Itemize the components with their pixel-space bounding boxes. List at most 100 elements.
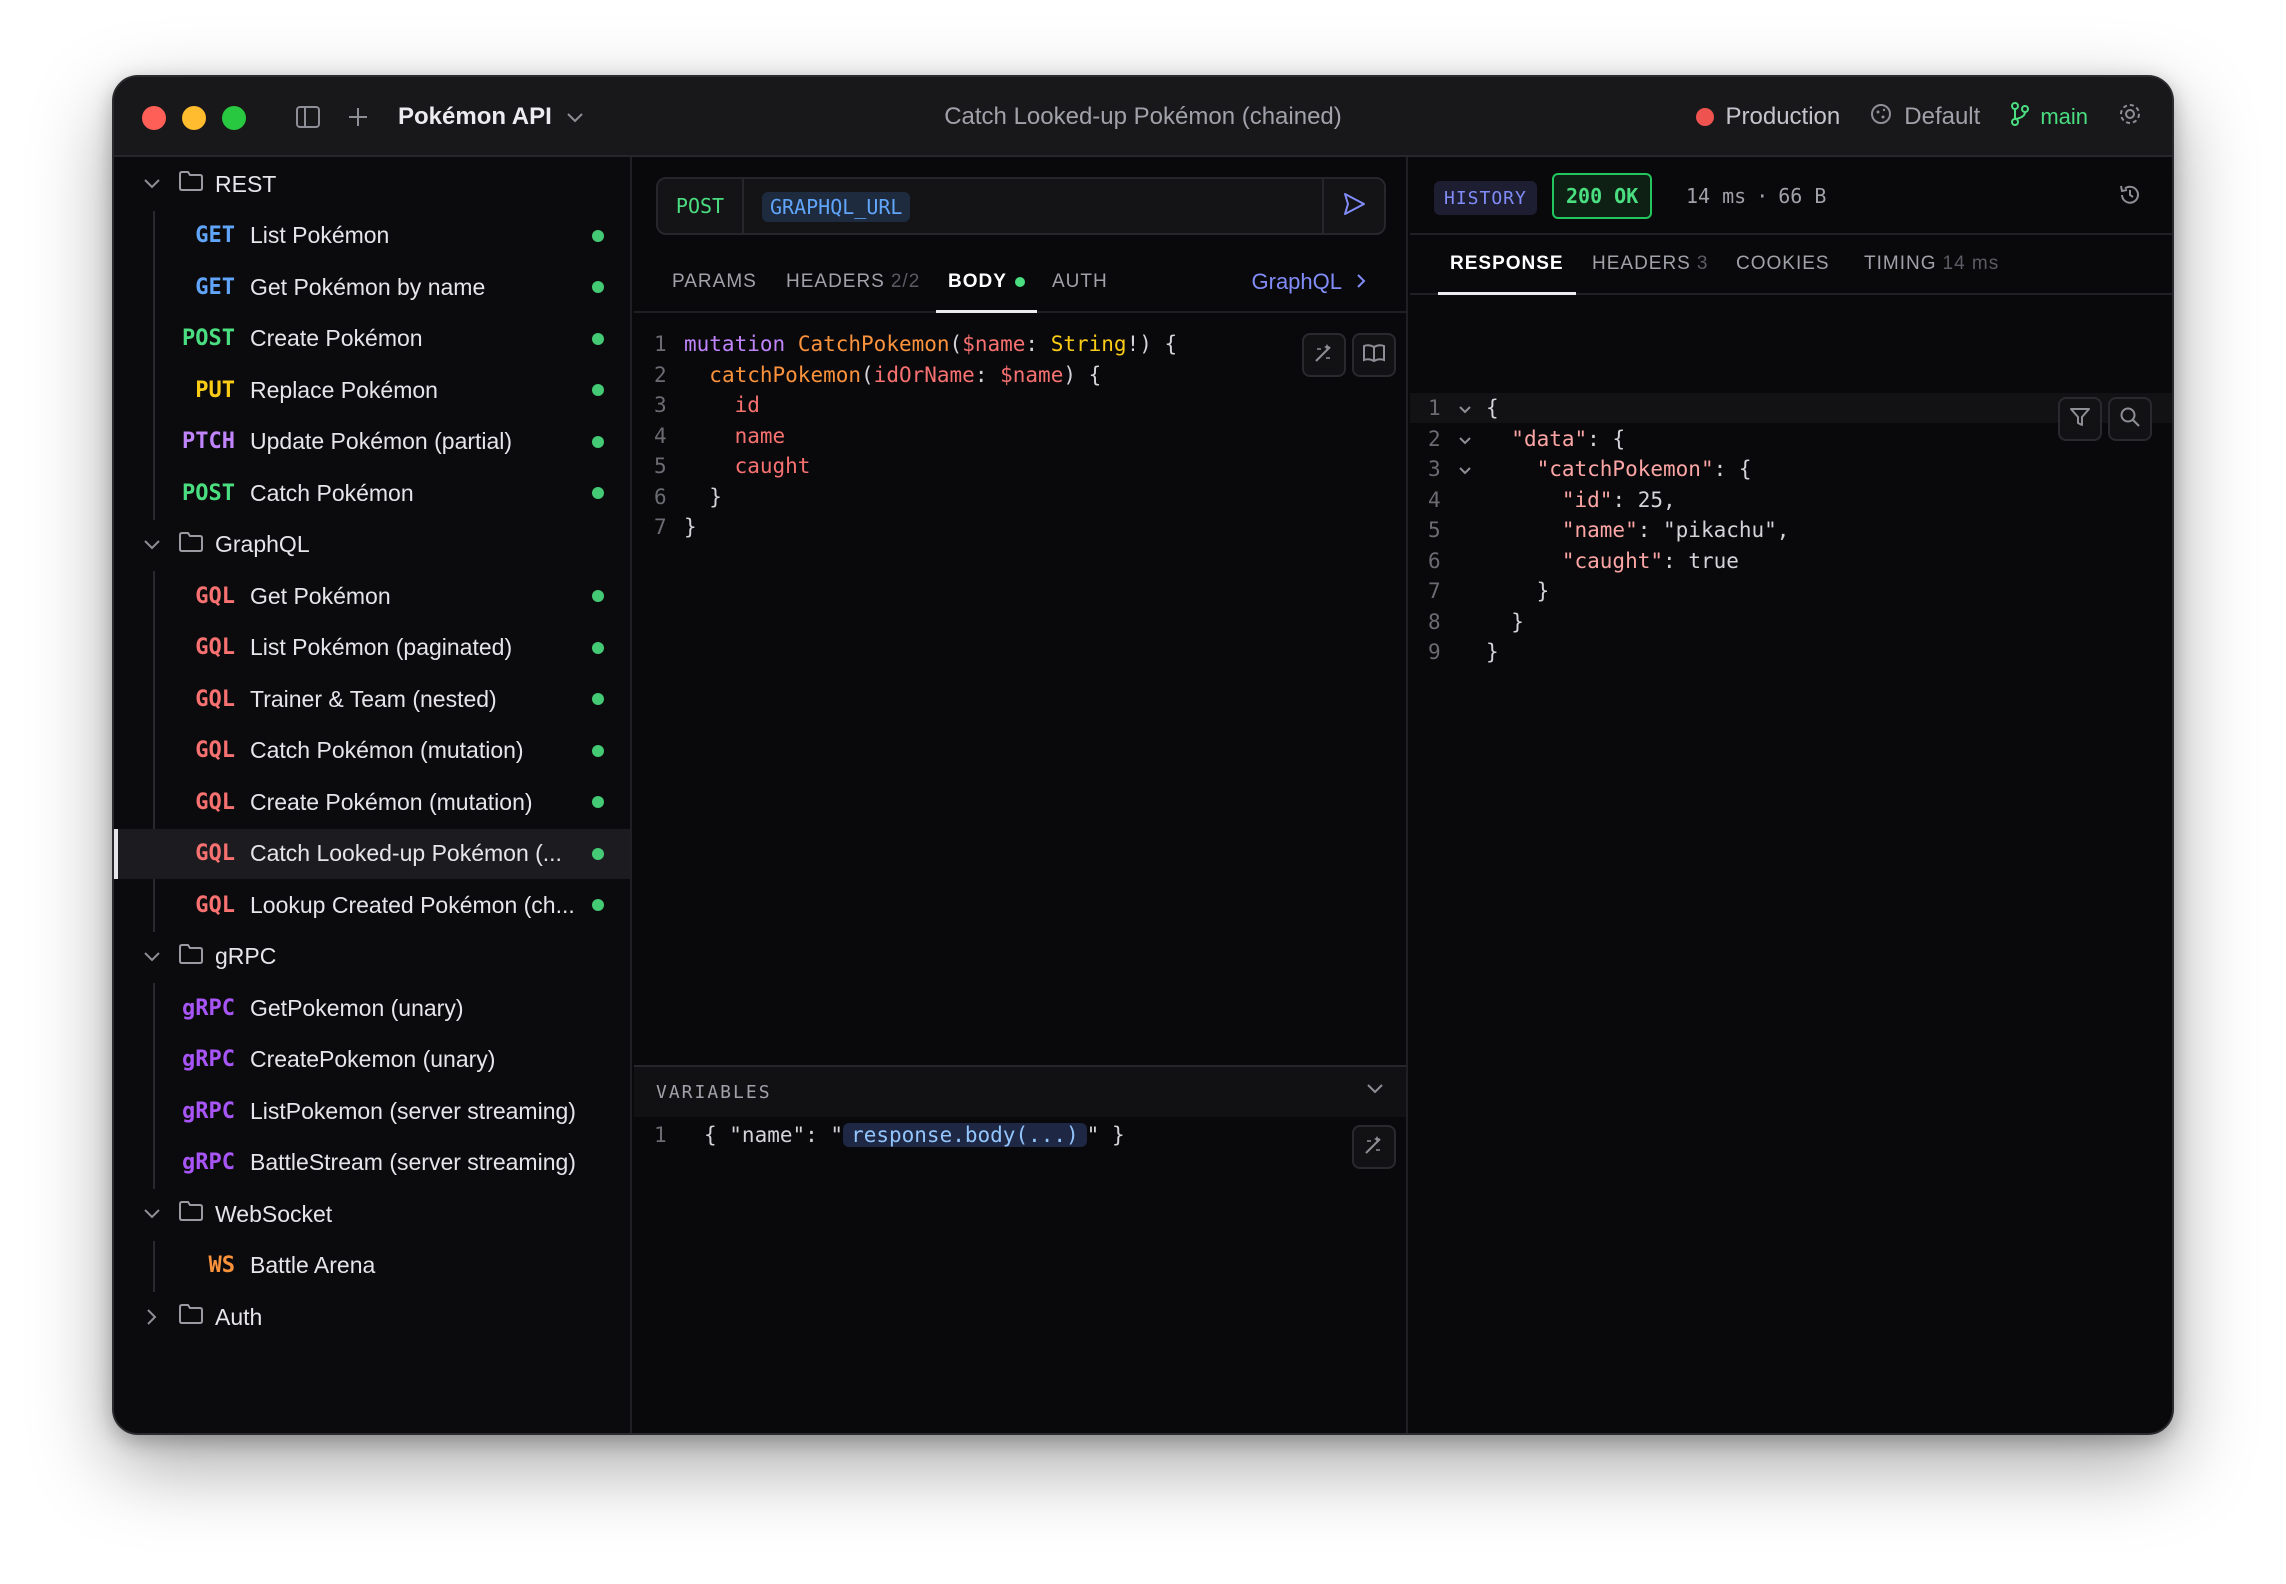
code-line: 8 } xyxy=(1428,607,1524,637)
fold-chevron-icon[interactable] xyxy=(1458,396,1486,420)
folder-rest[interactable]: REST xyxy=(114,159,630,209)
sidebar-request-item[interactable]: POST Catch Pokémon xyxy=(114,468,630,518)
tab-auth[interactable]: AUTH xyxy=(1052,253,1108,311)
sidebar-request-item[interactable]: gRPC BattleStream (server streaming) xyxy=(114,1138,630,1188)
variables-prettify-button[interactable] xyxy=(1352,1125,1396,1169)
window-title: Catch Looked-up Pokémon (chained) xyxy=(944,103,1342,130)
git-branch-selector[interactable]: main xyxy=(2010,102,2088,132)
magic-wand-icon xyxy=(1313,342,1335,369)
request-status-dot xyxy=(592,744,604,757)
code-text: "data": { xyxy=(1511,426,1626,451)
request-status-dot xyxy=(592,641,604,654)
tab-timing[interactable]: TIMING 14 ms xyxy=(1864,235,1999,293)
request-status-dot xyxy=(592,332,604,345)
code-text: id xyxy=(734,393,760,417)
sidebar-request-item[interactable]: GQL List Pokémon (paginated) xyxy=(114,623,630,673)
line-number: 8 xyxy=(1428,609,1441,634)
request-status-dot xyxy=(592,693,604,705)
chevron-down-icon[interactable] xyxy=(142,947,162,967)
folder-websocket[interactable]: WebSocket xyxy=(114,1189,630,1239)
sidebar-request-item[interactable]: GQL Lookup Created Pokémon (ch... xyxy=(114,880,630,930)
minimize-window-button[interactable] xyxy=(182,106,206,130)
sidebar-request-item[interactable]: gRPC CreatePokemon (unary) xyxy=(114,1035,630,1085)
sidebar-request-item[interactable]: gRPC GetPokemon (unary) xyxy=(114,983,630,1033)
search-response-button[interactable] xyxy=(2108,397,2152,441)
code-text: mutation CatchPokemon($name: String!) { xyxy=(684,332,1178,356)
url-bar[interactable]: POST GRAPHQL_URL xyxy=(656,177,1386,235)
chevron-down-icon[interactable] xyxy=(142,1204,162,1224)
template-tag[interactable]: response.body(...) xyxy=(843,1123,1087,1147)
search-icon xyxy=(2119,406,2141,433)
code-line: 4 "id": 25, xyxy=(1428,485,1676,515)
tab-cookies[interactable]: COOKIES xyxy=(1736,235,1830,293)
tab-response-headers[interactable]: HEADERS 3 xyxy=(1592,235,1708,293)
code-text: catchPokemon(idOrName: $name) { xyxy=(709,362,1102,387)
url-variable-tag[interactable]: GRAPHQL_URL xyxy=(762,192,911,222)
line-number: 3 xyxy=(1428,457,1441,481)
code-line: 6 } xyxy=(654,482,722,512)
code-line: 5 "name": "pikachu", xyxy=(1428,515,1789,545)
code-line: 7} xyxy=(654,512,697,542)
sidebar-request-item[interactable]: GET List Pokémon xyxy=(114,211,630,261)
send-button[interactable] xyxy=(1322,179,1384,233)
sidebar-request-item[interactable]: GQL Trainer & Team (nested) xyxy=(114,674,630,724)
response-tabs: RESPONSE HEADERS 3 COOKIES TIMING 14 ms xyxy=(1410,235,2172,295)
maximize-window-button[interactable] xyxy=(222,106,246,130)
schema-docs-button[interactable] xyxy=(1352,333,1396,377)
settings-gear-icon[interactable] xyxy=(2118,102,2142,133)
sidebar-request-item[interactable]: GQL Get Pokémon xyxy=(114,571,630,621)
tab-body[interactable]: BODY xyxy=(936,253,1037,313)
fold-chevron-icon[interactable] xyxy=(1458,457,1486,481)
response-headers-count: 3 xyxy=(1696,253,1709,274)
prettify-button[interactable] xyxy=(1302,333,1346,377)
method-badge: gRPC xyxy=(182,1098,235,1124)
fold-chevron-icon[interactable] xyxy=(1458,427,1486,451)
new-tab-plus-icon[interactable] xyxy=(340,99,376,135)
timing-value: 14 ms xyxy=(1942,253,2000,274)
code-text: name xyxy=(734,423,786,448)
request-label: Update Pokémon (partial) xyxy=(250,428,513,454)
folder-auth[interactable]: Auth xyxy=(114,1292,630,1342)
method-selector[interactable]: POST xyxy=(658,179,744,233)
folder-grpc[interactable]: gRPC xyxy=(114,932,630,982)
environment-selector[interactable]: Production xyxy=(1695,103,1840,131)
response-meta: 14 ms · 66 B xyxy=(1686,173,1826,219)
body-status-dot xyxy=(1014,277,1025,287)
folder-label: WebSocket xyxy=(215,1200,333,1227)
history-clock-icon[interactable] xyxy=(2118,183,2142,211)
tab-headers[interactable]: HEADERS 2/2 xyxy=(786,253,920,311)
sidebar-request-item[interactable]: GQL Catch Looked-up Pokémon (... xyxy=(114,828,630,879)
chevron-down-icon[interactable] xyxy=(1366,1082,1384,1100)
close-window-button[interactable] xyxy=(142,106,166,130)
variables-prefix: { "name": " xyxy=(704,1123,844,1147)
filter-response-button[interactable] xyxy=(2058,397,2102,441)
title-bar: Pokémon API Catch Looked-up Pokémon (cha… xyxy=(114,77,2172,157)
body-type-selector[interactable]: GraphQL xyxy=(1252,253,1367,311)
tab-response[interactable]: RESPONSE xyxy=(1438,235,1576,295)
sidebar-request-item[interactable]: GQL Catch Pokémon (mutation) xyxy=(114,726,630,776)
line-number: 7 xyxy=(654,515,667,539)
line-number: 4 xyxy=(654,423,667,448)
sidebar-request-item[interactable]: PUT Replace Pokémon xyxy=(114,365,630,415)
toggle-sidebar-icon[interactable] xyxy=(290,99,326,135)
history-button[interactable]: HISTORY xyxy=(1434,181,1537,215)
sidebar-request-item[interactable]: POST Create Pokémon xyxy=(114,314,630,364)
folder-icon xyxy=(178,1200,204,1228)
tab-params[interactable]: PARAMS xyxy=(672,253,757,311)
folder-graphql[interactable]: GraphQL xyxy=(114,520,630,570)
sidebar-request-item[interactable]: GQL Create Pokémon (mutation) xyxy=(114,777,630,827)
sidebar-request-item[interactable]: WS Battle Arena xyxy=(114,1241,630,1291)
sidebar-request-item[interactable]: GET Get Pokémon by name xyxy=(114,262,630,312)
sidebar-request-item[interactable]: PTCH Update Pokémon (partial) xyxy=(114,417,630,467)
cookie-profile-selector[interactable]: Default xyxy=(1870,103,1980,132)
sidebar-request-item[interactable]: gRPC ListPokemon (server streaming) xyxy=(114,1086,630,1136)
method-badge: PUT xyxy=(195,377,235,403)
chevron-down-icon[interactable] xyxy=(142,535,162,555)
tab-response-label: RESPONSE xyxy=(1450,253,1564,274)
method-badge: gRPC xyxy=(182,1150,235,1175)
chevron-down-icon[interactable] xyxy=(142,174,162,194)
workspace-switcher[interactable]: Pokémon API xyxy=(398,99,584,135)
tab-headers-label: HEADERS xyxy=(786,271,885,292)
chevron-right-icon[interactable] xyxy=(142,1307,162,1327)
variables-panel-header[interactable]: VARIABLES xyxy=(634,1065,1406,1117)
